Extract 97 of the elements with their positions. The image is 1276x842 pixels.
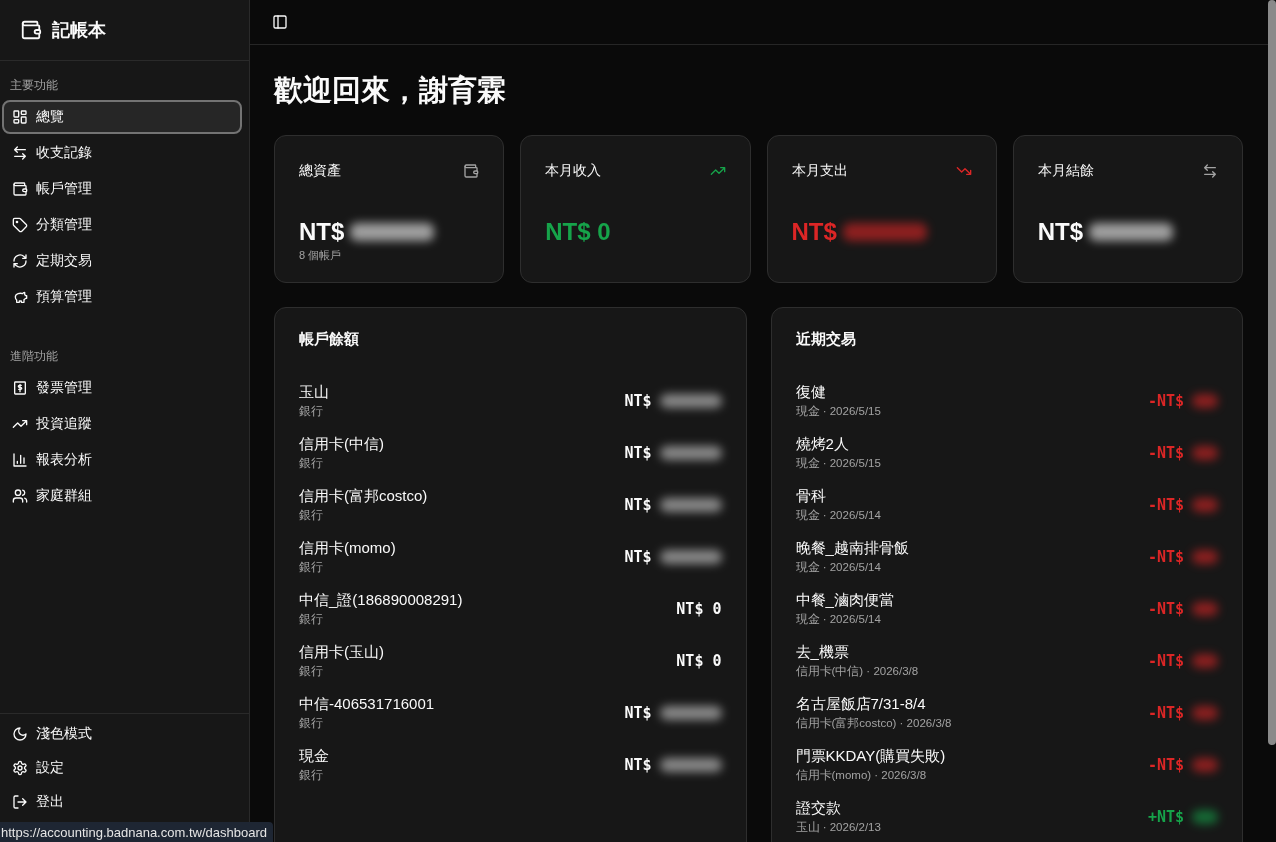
account-name: 信用卡(momo) [299,539,396,558]
card-title: 總資產 [299,162,341,180]
chart-icon [12,452,28,468]
footer-item[interactable]: 淺色模式 [2,718,242,750]
amount-text: -NT$ [1147,444,1184,462]
url-tooltip: https://accounting.badnana.com.tw/dashboard [0,822,273,842]
balance-text: NT$ [624,756,652,774]
account-type: 銀行 [299,560,324,575]
amount-text: NT$ [791,218,837,246]
account-name: 信用卡(富邦costco) [299,487,428,506]
swap-icon [1202,163,1218,179]
transaction-meta: 現金 · 2026/5/14 [795,612,882,627]
account-name: 信用卡(中信) [299,435,384,454]
card-title: 本月支出 [791,162,848,180]
amount-text: NT$ 0 [545,218,611,246]
transaction-meta: 信用卡(momo) · 2026/3/8 [795,768,928,783]
account-name: 中信-406531716001 [299,695,435,714]
balance-text: NT$ [624,392,652,410]
nav-item[interactable]: 發票管理 [2,371,242,405]
nav-item[interactable]: 分類管理 [2,208,242,242]
transaction-meta: 信用卡(富邦costco) · 2026/3/8 [795,716,952,731]
swap-icon [12,145,28,161]
grid-icon [12,109,28,125]
section-heading: 主要功能 [9,77,59,94]
footer-item[interactable]: 登出 [2,786,242,818]
account-count: 8 個帳戶 [299,248,343,263]
amount-text: -NT$ [1147,548,1184,566]
tag-icon [12,217,28,233]
balance-text: NT$ [624,496,652,514]
account-type: 銀行 [299,404,324,419]
refresh-icon [12,253,28,269]
amount-text: -NT$ [1147,652,1184,670]
wallet-icon [12,181,28,197]
nav-item[interactable]: 總覽 [2,100,242,134]
amount-text: -NT$ [1147,392,1184,410]
nav-item[interactable]: 投資追蹤 [2,407,242,441]
amount-text: +NT$ [1147,808,1184,826]
nav-item[interactable]: 收支記錄 [2,136,242,170]
account-name: 現金 [299,747,329,766]
balance-text: NT$ [624,704,652,722]
account-name: 中信_證(186890008291) [299,591,463,610]
transaction-meta: 現金 · 2026/5/14 [795,508,881,523]
card-title: 本月收入 [545,162,602,180]
transaction-name: 復健 [795,383,827,402]
wallet-icon [463,163,480,179]
amount-text: NT$ [299,218,345,246]
logout-icon [12,794,28,810]
panel-icon [272,14,288,30]
panel-title: 帳戶餘額 [299,330,360,349]
settings-icon [12,760,28,776]
section-heading: 進階功能 [9,348,59,365]
users-icon [12,488,28,504]
transaction-meta: 玉山 · 2026/2/13 [795,820,881,835]
account-type: 銀行 [299,456,324,471]
nav-item[interactable]: 定期交易 [2,244,242,278]
footer-item[interactable]: 設定 [2,752,242,784]
balance-text: NT$ [624,548,652,566]
transaction-name: 證交款 [795,799,842,818]
transaction-name: 晚餐_越南排骨飯 [795,539,909,558]
amount-text: -NT$ [1147,756,1184,774]
balance-text: NT$ 0 [676,652,722,670]
scrollbar[interactable] [1268,0,1276,745]
card-title: 本月結餘 [1037,162,1094,180]
transaction-name: 燒烤2人 [795,435,850,454]
transaction-meta: 現金 · 2026/5/15 [795,456,881,471]
balance-text: NT$ 0 [676,600,722,618]
amount-text: -NT$ [1147,496,1184,514]
account-type: 銀行 [299,612,324,627]
wallet-icon [20,19,42,41]
nav-item[interactable]: 預算管理 [2,280,242,314]
account-name: 信用卡(玉山) [299,643,384,662]
transaction-name: 骨科 [795,487,827,506]
invoice-icon [12,380,28,396]
account-type: 銀行 [299,664,324,679]
piggy-icon [12,289,28,305]
amount-text: -NT$ [1147,600,1184,618]
greeting-heading: 歡迎回來，謝育霖 [274,73,507,108]
transaction-meta: 現金 · 2026/5/15 [795,404,881,419]
account-name: 玉山 [299,383,329,402]
transaction-name: 名古屋飯店7/31-8/4 [795,695,927,714]
account-type: 銀行 [299,508,324,523]
nav-item[interactable]: 報表分析 [2,443,242,477]
moon-icon [12,726,28,742]
transaction-meta: 信用卡(中信) · 2026/3/8 [795,664,919,679]
transaction-meta: 現金 · 2026/5/14 [795,560,882,575]
account-type: 銀行 [299,768,324,783]
account-type: 銀行 [299,716,324,731]
transaction-name: 中餐_滷肉便當 [795,591,894,610]
transaction-name: 去_機票 [795,643,850,662]
amount-text: -NT$ [1147,704,1184,722]
amount-text: NT$ [1037,218,1084,246]
panel-title: 近期交易 [795,330,857,349]
nav-item[interactable]: 家庭群組 [2,479,242,513]
nav-item[interactable]: 帳戶管理 [2,172,242,206]
app-title: 記帳本 [52,19,106,42]
balance-text: NT$ [624,444,652,462]
transaction-name: 門票KKDAY(購買失敗) [795,747,946,766]
